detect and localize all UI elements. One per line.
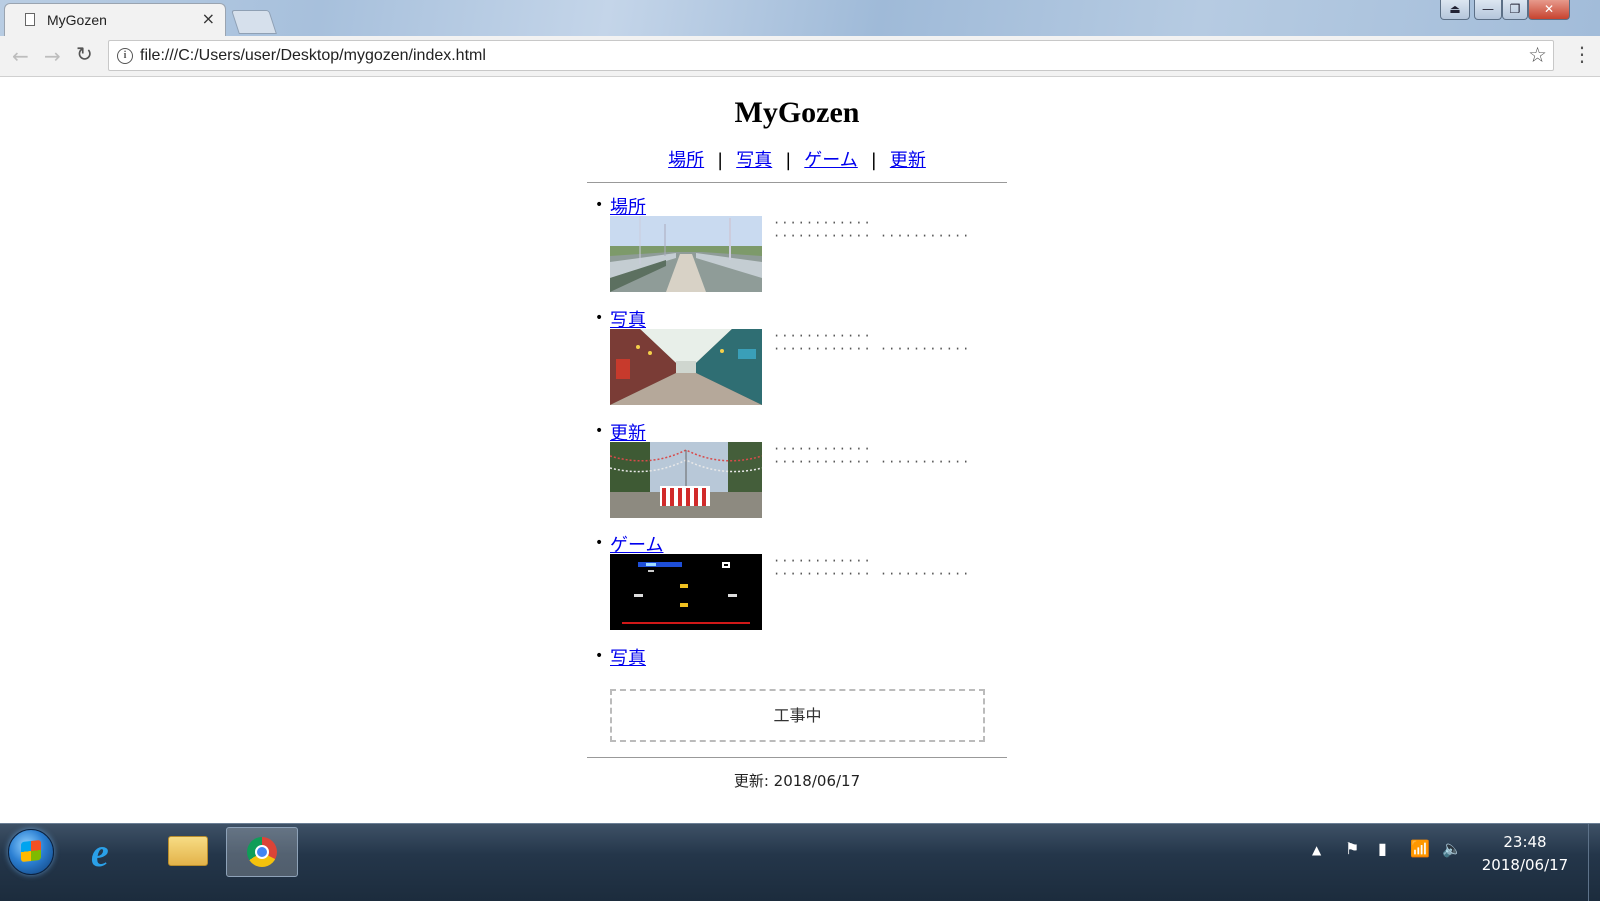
- show-desktop-button[interactable]: [1588, 824, 1600, 901]
- under-construction-box: 工事中: [610, 689, 985, 742]
- placeholder-text: ············: [773, 329, 872, 343]
- restore-button[interactable]: ❐: [1502, 0, 1528, 20]
- new-tab-button[interactable]: [231, 10, 277, 34]
- nav-separator: |: [717, 150, 724, 171]
- address-bar[interactable]: i file:///C:/Users/user/Desktop/mygozen/…: [108, 40, 1554, 71]
- divider: [587, 182, 1007, 183]
- retro-game-screenshot[interactable]: [610, 554, 762, 630]
- action-center-flag-icon[interactable]: ⚑: [1345, 839, 1359, 858]
- nav-link-photo[interactable]: 写真: [736, 150, 772, 171]
- battery-icon[interactable]: ▮: [1378, 839, 1387, 858]
- divider: [587, 757, 1007, 758]
- internet-explorer-icon[interactable]: e: [75, 827, 145, 875]
- windows-taskbar: e ▲ ⚑ ▮ 📶 🔈 23:48 2018/06/17: [0, 823, 1600, 901]
- bullet: •: [595, 423, 604, 439]
- nav-link-game[interactable]: ゲーム: [804, 150, 857, 171]
- network-signal-icon[interactable]: 📶: [1410, 839, 1430, 858]
- bullet: •: [595, 648, 604, 664]
- nav-link-place[interactable]: 場所: [668, 150, 704, 171]
- placeholder-text: ············ ···········: [773, 455, 971, 469]
- placeholder-text: ············ ···········: [773, 229, 971, 243]
- nav-link-updates[interactable]: 更新: [890, 150, 926, 171]
- placeholder-text: ············ ···········: [773, 567, 971, 581]
- section-link-photo-2[interactable]: 写真: [610, 644, 646, 670]
- under-construction-label: 工事中: [773, 706, 822, 725]
- bullet: •: [595, 535, 604, 551]
- placeholder-text: ············ ···········: [773, 342, 971, 356]
- browser-titlebar: MyGozen × ⏏ — ❐ ✕: [0, 0, 1600, 36]
- page-title: MyGozen: [734, 96, 860, 129]
- document-icon: [25, 13, 35, 26]
- tab-title: MyGozen: [47, 12, 107, 28]
- top-navigation: 場所 | 写真 | ゲーム | 更新: [587, 146, 1007, 172]
- volume-icon[interactable]: 🔈: [1442, 839, 1462, 858]
- page-content: MyGozen 場所 | 写真 | ゲーム | 更新 • 場所 ············ ·…: [587, 78, 1007, 818]
- minimize-button[interactable]: —: [1474, 0, 1502, 20]
- file-explorer-icon[interactable]: [152, 827, 222, 875]
- nav-separator: |: [870, 150, 877, 171]
- placeholder-text: ············: [773, 442, 872, 456]
- browser-menu-icon[interactable]: ⋮: [1572, 42, 1592, 66]
- forward-arrow-icon[interactable]: →: [44, 44, 61, 68]
- url-text[interactable]: file:///C:/Users/user/Desktop/mygozen/in…: [140, 47, 486, 65]
- nav-separator: |: [785, 150, 792, 171]
- user-profile-button[interactable]: ⏏: [1440, 0, 1470, 20]
- close-window-button[interactable]: ✕: [1528, 0, 1570, 20]
- start-button[interactable]: [8, 829, 54, 875]
- bookmark-star-icon[interactable]: ☆: [1528, 43, 1547, 67]
- info-icon[interactable]: i: [117, 48, 133, 64]
- back-arrow-icon[interactable]: ←: [12, 44, 29, 68]
- placeholder-text: ············: [773, 216, 872, 230]
- windows-logo-icon: [21, 839, 41, 863]
- festival-stage-photo[interactable]: [610, 442, 762, 518]
- last-updated: 更新: 2018/06/17: [733, 772, 861, 790]
- chrome-icon[interactable]: [226, 827, 298, 877]
- browser-toolbar: ← → ↻ i file:///C:/Users/user/Desktop/my…: [0, 36, 1600, 77]
- tab-mygozen[interactable]: MyGozen ×: [4, 3, 226, 36]
- show-hidden-icons-icon[interactable]: ▲: [1312, 843, 1321, 857]
- clock-date[interactable]: 2018/06/17: [1474, 856, 1576, 874]
- bullet: •: [595, 310, 604, 326]
- bullet: •: [595, 197, 604, 213]
- tab-close-icon[interactable]: ×: [202, 9, 215, 28]
- placeholder-text: ············: [773, 554, 872, 568]
- clock-time[interactable]: 23:48: [1480, 833, 1570, 851]
- shopping-arcade-photo[interactable]: [610, 329, 762, 405]
- bridge-walkway-photo[interactable]: [610, 216, 762, 292]
- reload-icon[interactable]: ↻: [76, 42, 93, 66]
